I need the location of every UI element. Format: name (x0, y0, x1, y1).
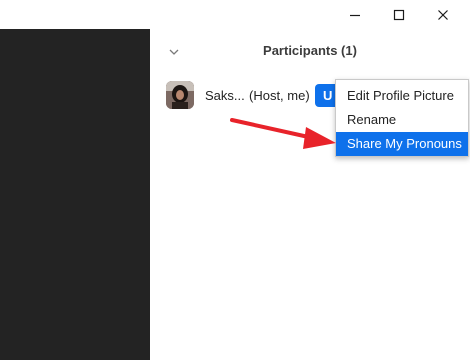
annotation-arrow (230, 118, 336, 149)
